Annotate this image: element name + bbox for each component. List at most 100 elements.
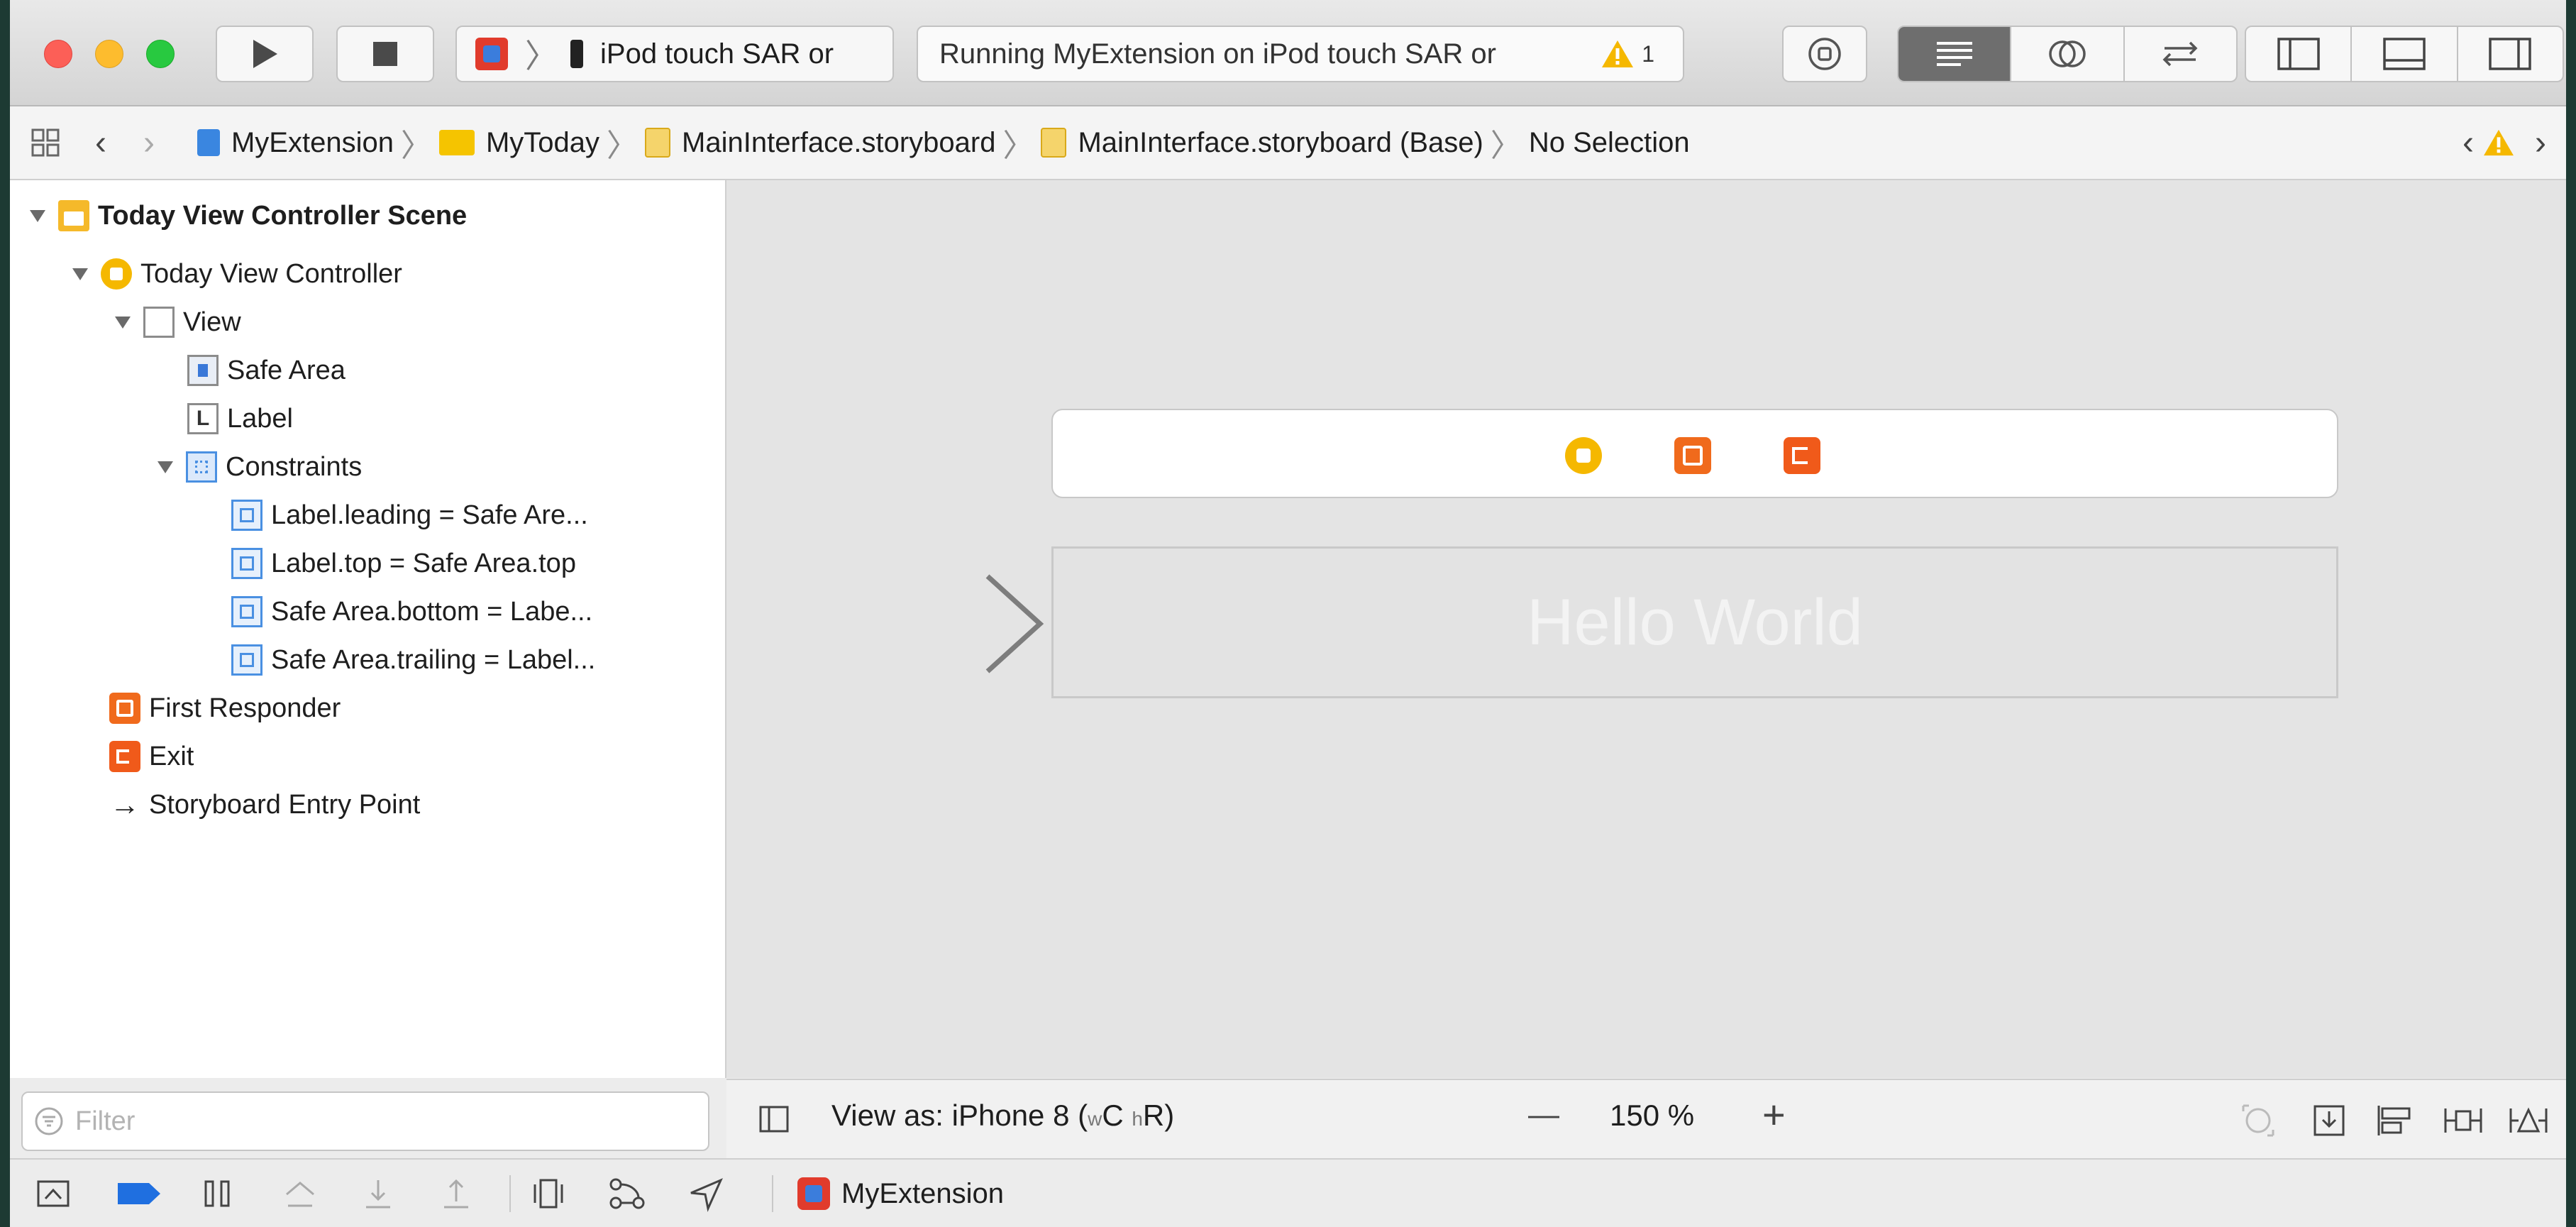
view-controller-icon[interactable] — [1565, 437, 1602, 474]
zoom-window-button[interactable] — [146, 40, 175, 68]
memory-graph-icon[interactable] — [607, 1175, 647, 1212]
library-icon — [1808, 38, 1841, 70]
utilities-toggle[interactable] — [2456, 27, 2563, 81]
view-hierarchy-icon[interactable] — [531, 1175, 566, 1212]
library-button[interactable] — [1782, 26, 1867, 82]
forward-arrow-icon[interactable]: › — [143, 123, 155, 163]
close-window-button[interactable] — [44, 40, 72, 68]
previous-issue-icon[interactable]: ‹ — [2462, 123, 2474, 163]
outline-item-entry-point[interactable]: → Storyboard Entry Point — [109, 782, 420, 827]
view-as-r-size: R — [1142, 1099, 1165, 1132]
outline-item-constraint[interactable]: Label.leading = Safe Are... — [231, 493, 588, 538]
update-frames-icon[interactable] — [2242, 1104, 2274, 1137]
disclosure-triangle-icon[interactable] — [30, 209, 45, 222]
step-out-icon[interactable] — [438, 1175, 474, 1212]
outline-item-label: Safe Area.trailing = Label... — [271, 644, 596, 675]
trailing-constraint-icon — [231, 644, 262, 676]
view-controller-icon — [101, 258, 132, 290]
minimize-window-button[interactable] — [95, 40, 123, 68]
breakpoints-icon[interactable] — [116, 1175, 162, 1212]
storyboard-file-icon — [645, 128, 671, 158]
toolbar: 〉 iPod touch SAR or Running MyExtension … — [10, 0, 2566, 106]
disclosure-triangle-icon[interactable] — [157, 461, 173, 473]
view-as-device-button[interactable]: View as: iPhone 8 (wC hR) — [831, 1099, 1174, 1133]
disclosure-triangle-icon[interactable] — [72, 268, 88, 280]
resolve-issues-icon[interactable] — [2509, 1104, 2548, 1137]
today-view[interactable]: Hello World — [1051, 546, 2338, 698]
breadcrumb-storyboard-base[interactable]: MainInterface.storyboard (Base) — [1041, 127, 1483, 159]
zoom-in-button[interactable]: + — [1762, 1091, 1786, 1138]
debug-area-toggle[interactable] — [2350, 27, 2456, 81]
outline-item-safe-area[interactable]: Safe Area — [187, 348, 346, 393]
arrow-icon: → — [110, 788, 140, 821]
jump-bar: ‹ › MyExtension 〉 MyToday 〉 MainInterfac… — [10, 106, 2566, 180]
outline-item-label: Today View Controller Scene — [98, 200, 468, 231]
outline-item-view-controller[interactable]: Today View Controller — [72, 251, 402, 297]
app-target-icon — [475, 38, 508, 70]
play-icon — [253, 40, 277, 68]
outline-item-constraint[interactable]: Label.top = Safe Area.top — [231, 541, 576, 586]
chevron-right-icon: 〉 — [1490, 128, 1522, 163]
outline-item-exit[interactable]: Exit — [109, 734, 194, 779]
embed-in-icon[interactable] — [2313, 1104, 2345, 1137]
top-constraint-icon — [231, 548, 262, 579]
breadcrumb-project[interactable]: MyExtension — [197, 127, 394, 159]
stop-button[interactable] — [336, 26, 434, 82]
entry-point-arrow[interactable] — [748, 571, 1053, 677]
step-into-icon[interactable] — [360, 1175, 396, 1212]
outline-item-scene[interactable]: Today View Controller Scene — [30, 193, 467, 238]
document-outline: Today View Controller Scene Today View C… — [10, 180, 726, 1078]
folder-icon — [438, 130, 475, 155]
outline-item-label[interactable]: L Label — [187, 396, 293, 441]
outline-item-label: View — [183, 307, 241, 337]
navigator-toggle[interactable] — [2246, 27, 2350, 81]
first-responder-icon[interactable] — [1674, 437, 1711, 474]
add-constraints-icon[interactable] — [2443, 1104, 2483, 1137]
zoom-out-button[interactable]: — — [1528, 1097, 1559, 1133]
run-button[interactable] — [216, 26, 314, 82]
breadcrumb-folder[interactable]: MyToday — [438, 127, 599, 159]
activity-viewer[interactable]: Running MyExtension on iPod touch SAR or… — [917, 26, 1684, 82]
align-icon[interactable] — [2377, 1104, 2412, 1137]
outline-filter-field[interactable]: Filter — [21, 1091, 709, 1151]
standard-editor-icon — [1936, 42, 1972, 66]
outline-item-label: Label.top = Safe Area.top — [271, 548, 576, 578]
storyboard-canvas[interactable]: Hello World — [726, 180, 2566, 1078]
version-editor-button[interactable] — [2123, 27, 2236, 81]
chevron-right-icon: 〉 — [525, 38, 558, 75]
outline-item-label: Safe Area.bottom = Labe... — [271, 596, 593, 627]
scheme-selector[interactable]: 〉 iPod touch SAR or — [455, 26, 894, 82]
outline-item-label: Label.leading = Safe Are... — [271, 500, 588, 530]
zoom-level[interactable]: 150 % — [1610, 1099, 1694, 1133]
warning-icon[interactable] — [2482, 128, 2515, 157]
hello-world-label[interactable]: Hello World — [1527, 585, 1863, 660]
hide-debug-area-icon[interactable] — [37, 1175, 70, 1212]
standard-editor-button[interactable] — [1898, 27, 2011, 81]
view-as-close-paren: ) — [1164, 1099, 1175, 1132]
debug-target-selector[interactable]: MyExtension — [797, 1175, 1004, 1212]
scheme-device-label: iPod touch SAR or — [600, 38, 834, 70]
outline-item-view[interactable]: View — [115, 299, 241, 345]
location-icon[interactable] — [688, 1175, 724, 1212]
outline-item-first-responder[interactable]: First Responder — [109, 686, 341, 731]
outline-item-constraint[interactable]: Safe Area.trailing = Label... — [231, 637, 595, 683]
pause-icon[interactable] — [200, 1175, 236, 1212]
outline-item-constraint[interactable]: Safe Area.bottom = Labe... — [231, 589, 592, 634]
breadcrumb-selection[interactable]: No Selection — [1529, 127, 1690, 159]
chevron-right-icon: 〉 — [607, 128, 639, 163]
breadcrumb-storyboard[interactable]: MainInterface.storyboard — [645, 127, 995, 159]
outline-item-constraints[interactable]: Constraints — [157, 444, 362, 490]
next-issue-icon[interactable]: › — [2535, 123, 2546, 163]
first-responder-icon — [109, 693, 140, 724]
exit-icon — [109, 741, 140, 772]
step-over-icon[interactable] — [282, 1175, 318, 1212]
back-arrow-icon[interactable]: ‹ — [95, 123, 106, 163]
assistant-editor-button[interactable] — [2010, 27, 2123, 81]
exit-icon[interactable] — [1784, 437, 1820, 474]
disclosure-triangle-icon[interactable] — [115, 316, 131, 329]
breadcrumb-label: MainInterface.storyboard — [682, 126, 996, 158]
related-items-grid-icon[interactable] — [31, 128, 60, 157]
filter-placeholder: Filter — [75, 1106, 136, 1136]
hide-outline-icon[interactable] — [759, 1104, 789, 1134]
warning-badge[interactable]: 1 — [1601, 39, 1654, 69]
